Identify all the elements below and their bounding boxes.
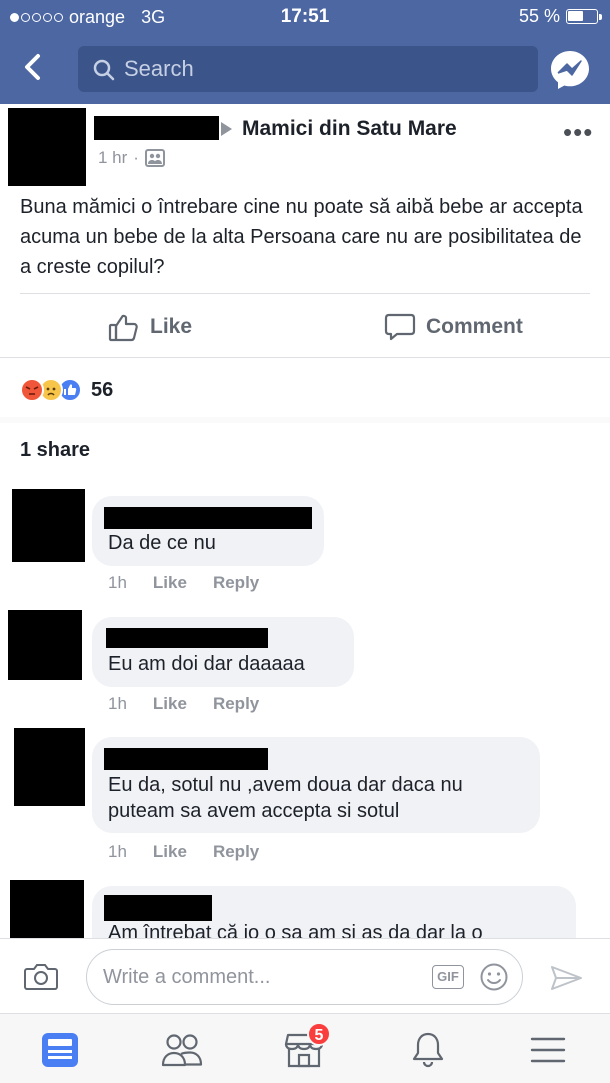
- status-bar: orange 3G 17:51 55 %: [0, 0, 610, 34]
- sticker-button[interactable]: [479, 962, 509, 997]
- comment-avatar[interactable]: [8, 610, 82, 680]
- comment-reply-button[interactable]: Reply: [213, 573, 259, 593]
- messenger-button[interactable]: [548, 48, 592, 92]
- camera-icon: [24, 964, 58, 990]
- caret-right-icon: [221, 122, 232, 136]
- comment-like-button[interactable]: Like: [153, 694, 187, 714]
- comment-bubble[interactable]: Eu da, sotul nu ,avem doua dar daca nu p…: [92, 737, 540, 833]
- comment-meta: 1h Like Reply: [108, 694, 259, 714]
- reaction-count: 56: [91, 378, 114, 401]
- comment-author[interactable]: [104, 748, 268, 770]
- comment-like-button[interactable]: Like: [153, 573, 187, 593]
- post-author-avatar[interactable]: [8, 108, 86, 186]
- search-bar[interactable]: [78, 46, 538, 92]
- group-name[interactable]: Mamici din Satu Mare: [242, 117, 457, 141]
- comment-composer: GIF: [0, 938, 610, 1013]
- comment-input-box[interactable]: GIF: [86, 949, 523, 1005]
- post-author-name[interactable]: [94, 116, 219, 140]
- divider: [0, 357, 610, 358]
- tab-marketplace[interactable]: 5: [282, 1022, 331, 1072]
- comment-avatar[interactable]: [12, 489, 85, 562]
- search-icon: [93, 59, 115, 81]
- reactions-summary[interactable]: 56: [20, 378, 113, 402]
- like-button[interactable]: Like: [108, 312, 192, 342]
- section-separator: [0, 417, 610, 423]
- send-icon: [551, 966, 582, 990]
- group-privacy-icon: [144, 149, 165, 167]
- tab-friends[interactable]: [160, 1028, 204, 1072]
- comment-meta: 1h Like Reply: [108, 573, 259, 593]
- gif-button[interactable]: GIF: [432, 965, 464, 989]
- notification-badge: 5: [307, 1022, 331, 1046]
- battery-percent: 55 %: [518, 6, 560, 26]
- comment-time[interactable]: 1h: [108, 842, 127, 862]
- comment-text: Eu am doi dar daaaaa: [108, 653, 305, 675]
- bell-icon: [412, 1032, 444, 1068]
- comment-button[interactable]: Comment: [384, 312, 523, 342]
- smiley-icon: [480, 963, 508, 991]
- search-input[interactable]: [124, 54, 524, 84]
- comment-reply-button[interactable]: Reply: [213, 842, 259, 862]
- tab-menu[interactable]: [526, 1028, 570, 1072]
- comment-input[interactable]: [103, 962, 423, 992]
- camera-button[interactable]: [24, 961, 58, 996]
- chevron-left-icon: [25, 54, 40, 80]
- post-meta: 1 hr ·: [98, 148, 165, 168]
- comment-bubble[interactable]: Da de ce nu: [92, 496, 324, 566]
- tab-notifications[interactable]: [406, 1028, 450, 1072]
- comment-author[interactable]: [104, 895, 212, 921]
- comment-avatar[interactable]: [10, 880, 84, 940]
- post-time[interactable]: 1 hr: [98, 148, 127, 168]
- comment-text: Da de ce nu: [108, 532, 216, 554]
- divider: [20, 293, 590, 294]
- comment-time[interactable]: 1h: [108, 694, 127, 714]
- messenger-icon: [551, 51, 589, 89]
- back-button[interactable]: [18, 50, 48, 84]
- more-options-icon[interactable]: •••: [563, 119, 593, 145]
- comment-bubble-icon: [384, 313, 416, 341]
- like-label: Like: [150, 315, 193, 338]
- comment-label: Comment: [426, 315, 523, 338]
- top-bar: orange 3G 17:51 55 %: [0, 0, 610, 104]
- tab-news-feed[interactable]: [38, 1028, 82, 1072]
- comment-avatar[interactable]: [14, 728, 85, 806]
- comment-author[interactable]: [104, 507, 312, 529]
- comment-text: Eu da, sotul nu ,avem doua dar daca nu p…: [108, 774, 463, 822]
- hamburger-menu-icon: [530, 1037, 566, 1063]
- comment-time[interactable]: 1h: [108, 573, 127, 593]
- send-button[interactable]: [550, 964, 584, 997]
- comment-bubble[interactable]: Eu am doi dar daaaaa: [92, 617, 354, 687]
- battery-icon: [566, 9, 602, 24]
- comment-meta: 1h Like Reply: [108, 842, 259, 862]
- comment-author[interactable]: [106, 628, 268, 648]
- angry-reaction-icon: [20, 378, 44, 402]
- share-count[interactable]: 1 share: [20, 439, 90, 462]
- post-text: Buna mămici o întrebare cine nu poate să…: [20, 196, 583, 278]
- bottom-tab-bar: 5: [0, 1013, 610, 1083]
- friends-icon: [161, 1034, 203, 1067]
- comment-like-button[interactable]: Like: [153, 842, 187, 862]
- comment-reply-button[interactable]: Reply: [213, 694, 259, 714]
- news-feed-icon: [42, 1033, 78, 1067]
- thumbs-up-icon: [108, 314, 138, 342]
